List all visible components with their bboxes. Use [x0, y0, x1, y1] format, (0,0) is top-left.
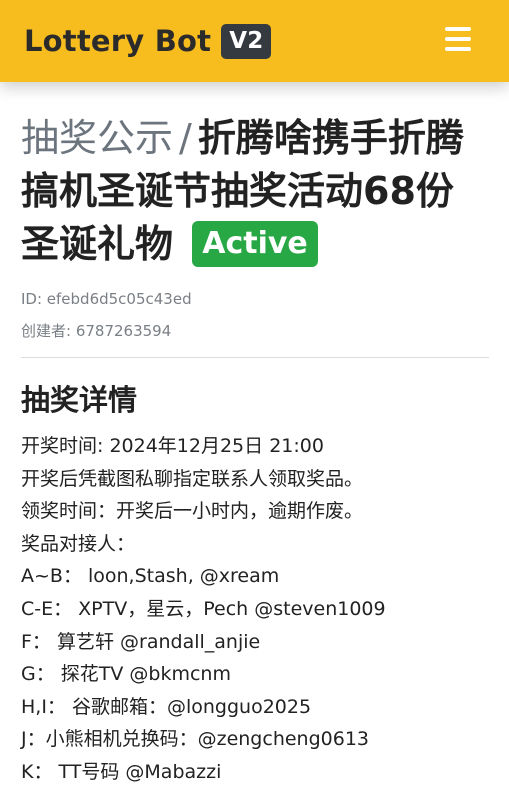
version-badge: V2: [221, 23, 272, 59]
details-line: 领奖时间：开奖后一小时内，逾期作废。: [21, 500, 364, 523]
details-line: J：小熊相机兑换码：@zengcheng0613: [21, 728, 370, 751]
navbar: Lottery Bot V2: [0, 0, 509, 82]
details-heading: 抽奖详情: [21, 383, 138, 417]
menu-bar: [445, 47, 471, 51]
menu-bar: [445, 37, 471, 41]
menu-bar: [445, 27, 471, 31]
lottery-id: ID: efebd6d5c05c43ed: [21, 290, 192, 308]
status-badge: Active: [192, 221, 318, 267]
details-line: C-E： XPTV，星云，Pech @steven1009: [21, 597, 386, 620]
details-line: H,I： 谷歌邮箱：@longguo2025: [21, 695, 312, 718]
brand-name: Lottery Bot: [24, 24, 212, 58]
details-line: 开奖时间: 2024年12月25日 21:00: [21, 435, 324, 457]
breadcrumb[interactable]: 抽奖公示: [21, 116, 173, 160]
creator-id: 创建者: 6787263594: [21, 322, 172, 340]
hamburger-menu-icon[interactable]: [445, 27, 471, 51]
details-line: 开奖后凭截图私聊指定联系人领取奖品。: [21, 467, 364, 490]
brand-logo[interactable]: Lottery Bot V2: [24, 23, 272, 59]
details-line: K： TT号码 @Mabazzi: [21, 760, 222, 783]
details-line: A~B： loon,Stash, @xream: [21, 565, 280, 588]
breadcrumb-separator: /: [179, 116, 192, 160]
divider: [21, 357, 489, 358]
details-list: 开奖时间: 2024年12月25日 21:00 开奖后凭截图私聊指定联系人领取奖…: [21, 430, 491, 789]
main-content: 抽奖公示 / 折腾啥携手折腾搞机圣诞节抽奖活动68份圣诞礼物 Active ID: …: [21, 112, 491, 789]
details-line: G： 探花TV @bkmcnm: [21, 663, 231, 686]
details-line: F： 算艺轩 @randall_anjie: [21, 630, 261, 653]
page-title: 抽奖公示 / 折腾啥携手折腾搞机圣诞节抽奖活动68份圣诞礼物 Active: [21, 112, 491, 271]
details-line: 奖品对接人：: [21, 532, 136, 555]
